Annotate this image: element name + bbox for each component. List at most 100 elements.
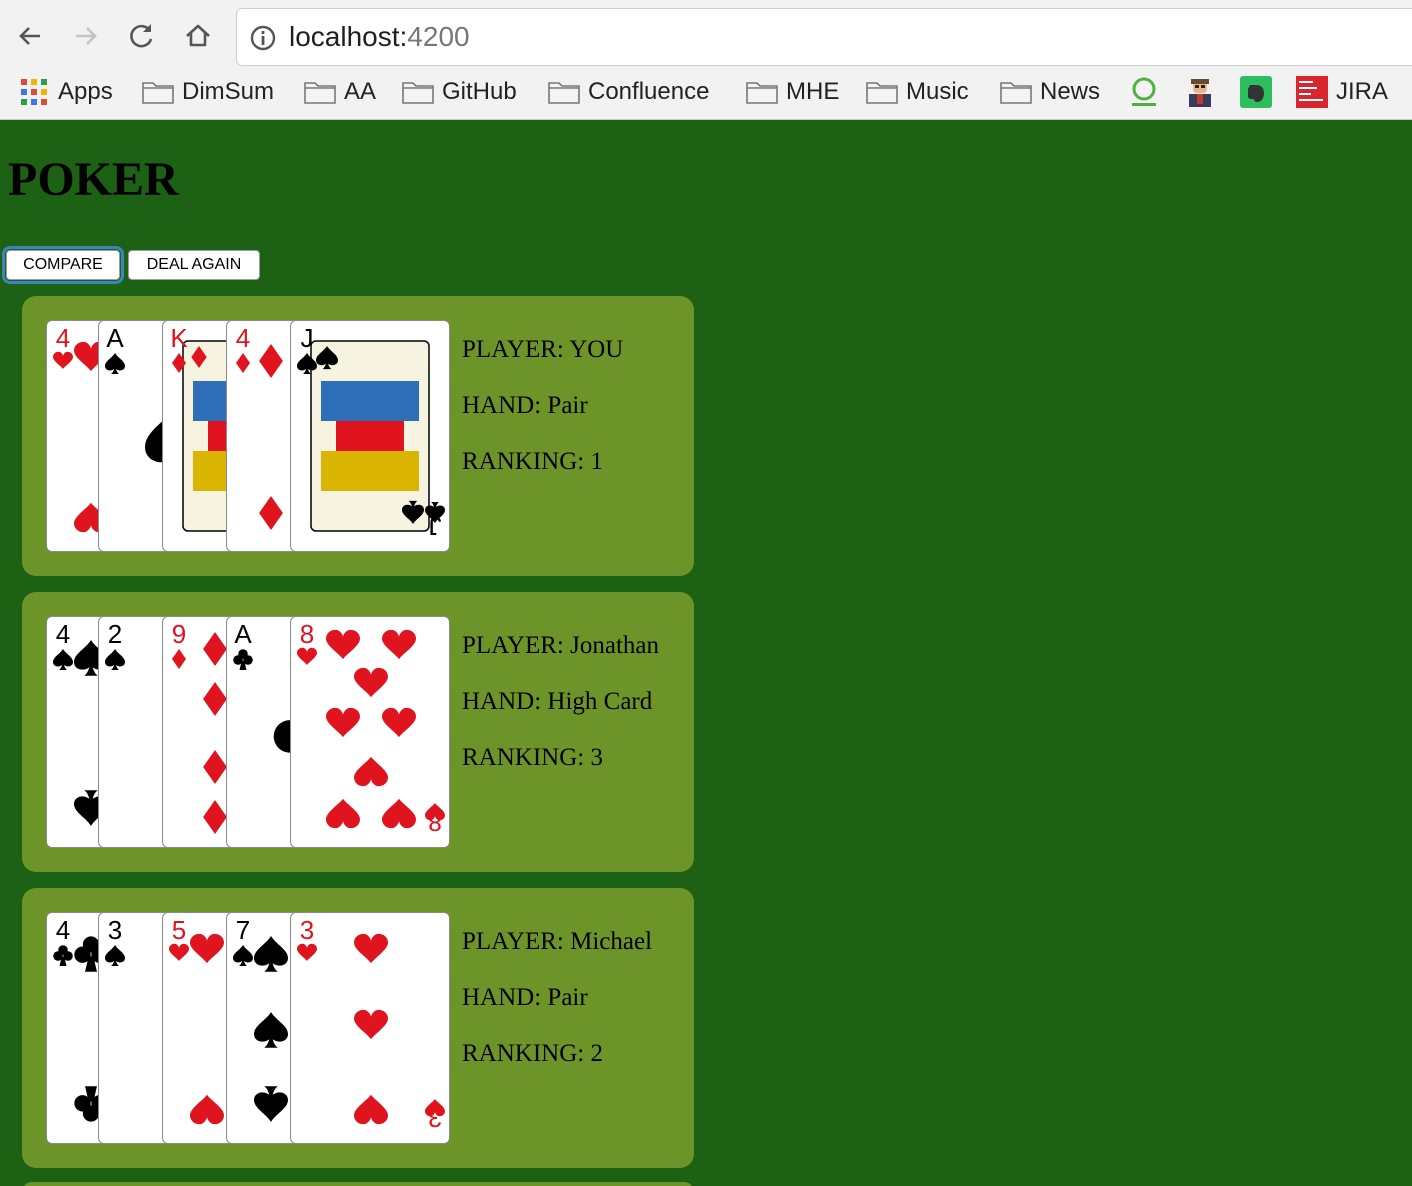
hearts-pip-icon [382,629,416,660]
hearts-pip-icon [354,667,388,698]
mcgraw-hill-icon [1296,76,1328,108]
hearts-pip-icon [354,1094,388,1125]
folder-icon [304,82,336,104]
hand: 44 22 99 AA 88 [46,616,452,848]
bookmark-label: News [1040,78,1101,105]
bookmark-confluence[interactable]: Confluence [548,76,709,108]
bookmark-label: GitHub [442,78,517,105]
clubs-corner-icon [233,649,253,670]
bookmark-label: AA [344,78,377,105]
card-rank-label: 4 [56,619,70,649]
diamonds-pip-icon [203,682,227,716]
hearts-pip-icon [382,707,416,738]
diamonds-corner-icon [236,353,250,373]
diamonds-pip-icon [259,496,283,530]
hearts-pip-icon [326,629,360,660]
back-arrow-icon [19,27,40,45]
card-rank-label: 4 [236,323,250,353]
evernote-icon[interactable] [1240,76,1272,108]
spades-corner-icon [105,649,125,670]
hand-ranking: RANKING: 3 [462,744,603,771]
bookmarks-bar: Apps DimSum AA GitHub Confluence MHE Mus… [0,72,1412,112]
player-panel-you: 44 AA KK 44 JJ PLAYER: YOU HAND: Pair RA… [22,296,694,576]
card-face-3-of-hearts: 33 [297,915,445,1133]
bookmark-news[interactable]: News [1000,76,1100,108]
card-rank-label: 8 [300,619,314,649]
hearts-pip-icon [326,798,360,829]
site-info-icon[interactable] [249,24,277,52]
hearts-corner-icon [169,943,189,961]
page-title: POKER [8,153,179,206]
spades-corner-icon [53,649,73,670]
court-figure-band [321,451,419,491]
bookmark-label: JIRA [1336,78,1389,105]
card[interactable]: JJ [290,320,450,552]
bookmark-label: Apps [58,78,113,105]
diamonds-corner-icon [172,649,186,669]
hand-name: HAND: Pair [462,984,588,1011]
hand-ranking: RANKING: 1 [462,448,603,475]
hearts-pip-icon [354,1009,388,1040]
card-rank-label: A [106,323,124,353]
card[interactable]: 33 [290,912,450,1144]
bookmark-aa[interactable]: AA [304,76,376,108]
green-ring-icon[interactable] [1128,76,1160,108]
card-face-8-of-hearts: 88 [297,619,445,837]
back-button[interactable] [12,18,48,54]
bookmark-jira[interactable]: JIRA [1296,76,1388,108]
folder-icon [548,82,580,104]
spades-pip-icon [254,1086,288,1122]
spades-pip-icon [254,936,288,972]
bookmark-apps[interactable]: Apps [20,76,113,108]
avatar-icon[interactable] [1184,76,1216,108]
bookmark-mhe[interactable]: MHE [746,76,839,108]
card[interactable]: 88 [290,616,450,848]
hand-name: HAND: High Card [462,688,653,715]
player-name: PLAYER: YOU [462,336,624,363]
player-name: PLAYER: Jonathan [462,632,659,659]
bookmark-dimsum[interactable]: DimSum [142,76,274,108]
address-bar[interactable]: localhost:4200 [236,8,1412,66]
forward-arrow-icon [76,27,97,45]
deal-again-button[interactable]: DEAL AGAIN [128,250,260,280]
browser-chrome: localhost:4200 Apps DimSum AA GitHub Con… [0,0,1412,120]
hearts-pip-icon [190,933,224,964]
hearts-corner-icon [297,647,317,665]
spades-corner-icon [233,945,253,966]
player-panel-michael: 44 33 55 77 33 PLAYER: Michael HAND: Pai… [22,888,694,1168]
diamonds-pip-icon [203,800,227,834]
card-rank-label: 2 [108,619,122,649]
home-button[interactable] [180,18,216,54]
folder-icon [746,82,778,104]
clubs-corner-icon [53,945,73,966]
spades-corner-icon [105,945,125,966]
bookmark-music[interactable]: Music [866,76,969,108]
hearts-corner-icon [53,351,73,369]
home-icon [186,24,210,47]
hand: 44 AA KK 44 JJ [46,320,452,552]
forward-button[interactable] [68,18,104,54]
court-figure-band [336,421,404,451]
address-url: localhost:4200 [289,21,470,52]
folder-icon [402,82,434,104]
reload-button[interactable] [124,18,160,54]
card-rank-label: 9 [172,619,186,649]
hand-ranking: RANKING: 2 [462,1040,603,1067]
hearts-pip-icon [354,756,388,787]
card-face-J-of-spades: JJ [297,323,445,541]
bookmark-label: Music [906,78,969,105]
hearts-pip-icon [354,933,388,964]
card-rank-label: 4 [56,323,70,353]
bookmark-label: DimSum [182,78,275,105]
hearts-pip-icon [326,707,360,738]
card-rank-label: K [170,323,188,353]
card-rank-label: 3 [300,915,314,945]
spades-pip-icon [254,1012,288,1048]
player-name: PLAYER: Michael [462,928,653,955]
bookmark-github[interactable]: GitHub [402,76,517,108]
compare-button[interactable]: COMPARE [2,246,124,284]
hearts-corner-icon [297,943,317,961]
card-rank-label: 4 [56,915,70,945]
hearts-pip-icon [190,1094,224,1125]
hearts-pip-icon [382,798,416,829]
